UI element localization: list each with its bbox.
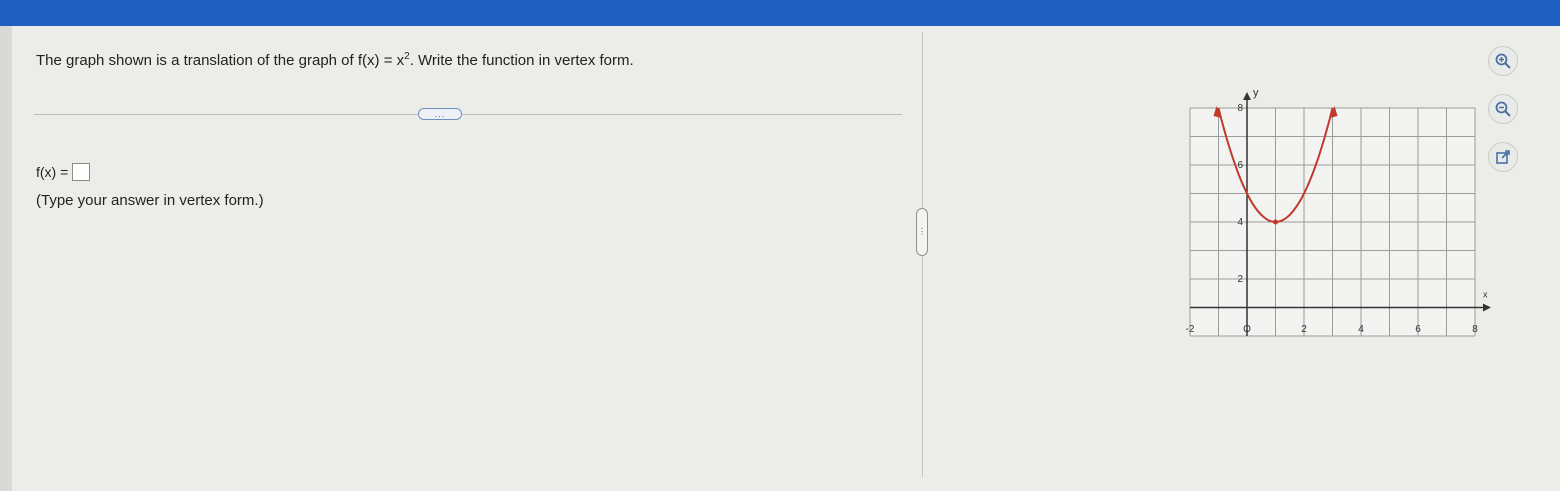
parabola-graph: y x 8 6 4 2 -2 O 2 4 6 8 bbox=[1186, 87, 1491, 337]
question-prefix: The graph shown is a translation of the … bbox=[36, 52, 358, 69]
x-axis-label: x bbox=[1483, 290, 1488, 300]
answer-label: f(x) = bbox=[36, 164, 69, 180]
answer-hint: (Type your answer in vertex form.) bbox=[36, 192, 264, 209]
vertex-point bbox=[1273, 219, 1278, 225]
x-tick-label: 6 bbox=[1415, 324, 1421, 335]
zoom-out-icon bbox=[1495, 101, 1511, 117]
x-tick-label: 4 bbox=[1358, 324, 1364, 335]
question-text: The graph shown is a translation of the … bbox=[36, 51, 634, 69]
answer-input[interactable] bbox=[72, 163, 91, 181]
y-tick-label: 2 bbox=[1237, 274, 1243, 285]
x-tick-label: 2 bbox=[1301, 324, 1307, 335]
popout-icon bbox=[1496, 150, 1510, 164]
zoom-in-icon bbox=[1495, 53, 1511, 69]
more-button[interactable]: ... bbox=[418, 108, 462, 120]
question-function: f(x) = x bbox=[357, 52, 405, 69]
divider-handle[interactable]: ⋮ bbox=[916, 208, 928, 256]
answer-row: f(x) = bbox=[36, 163, 91, 181]
y-axis-label: y bbox=[1253, 87, 1259, 99]
y-tick-label: 8 bbox=[1237, 103, 1243, 114]
question-panel: The graph shown is a translation of the … bbox=[12, 26, 1560, 491]
top-bar bbox=[0, 0, 1560, 26]
popout-button[interactable] bbox=[1488, 142, 1518, 172]
section-divider bbox=[34, 114, 902, 115]
left-edge bbox=[0, 26, 12, 491]
x-tick-label: O bbox=[1243, 324, 1251, 335]
y-axis-arrow bbox=[1243, 92, 1251, 100]
y-tick-label: 4 bbox=[1237, 217, 1243, 228]
zoom-in-button[interactable] bbox=[1488, 46, 1518, 76]
x-axis-arrow bbox=[1483, 303, 1491, 312]
x-tick-label: 8 bbox=[1472, 324, 1478, 335]
y-tick-label: 6 bbox=[1237, 160, 1243, 171]
question-suffix: . Write the function in vertex form. bbox=[409, 52, 634, 69]
zoom-out-button[interactable] bbox=[1488, 94, 1518, 124]
x-tick-label: -2 bbox=[1186, 324, 1195, 335]
